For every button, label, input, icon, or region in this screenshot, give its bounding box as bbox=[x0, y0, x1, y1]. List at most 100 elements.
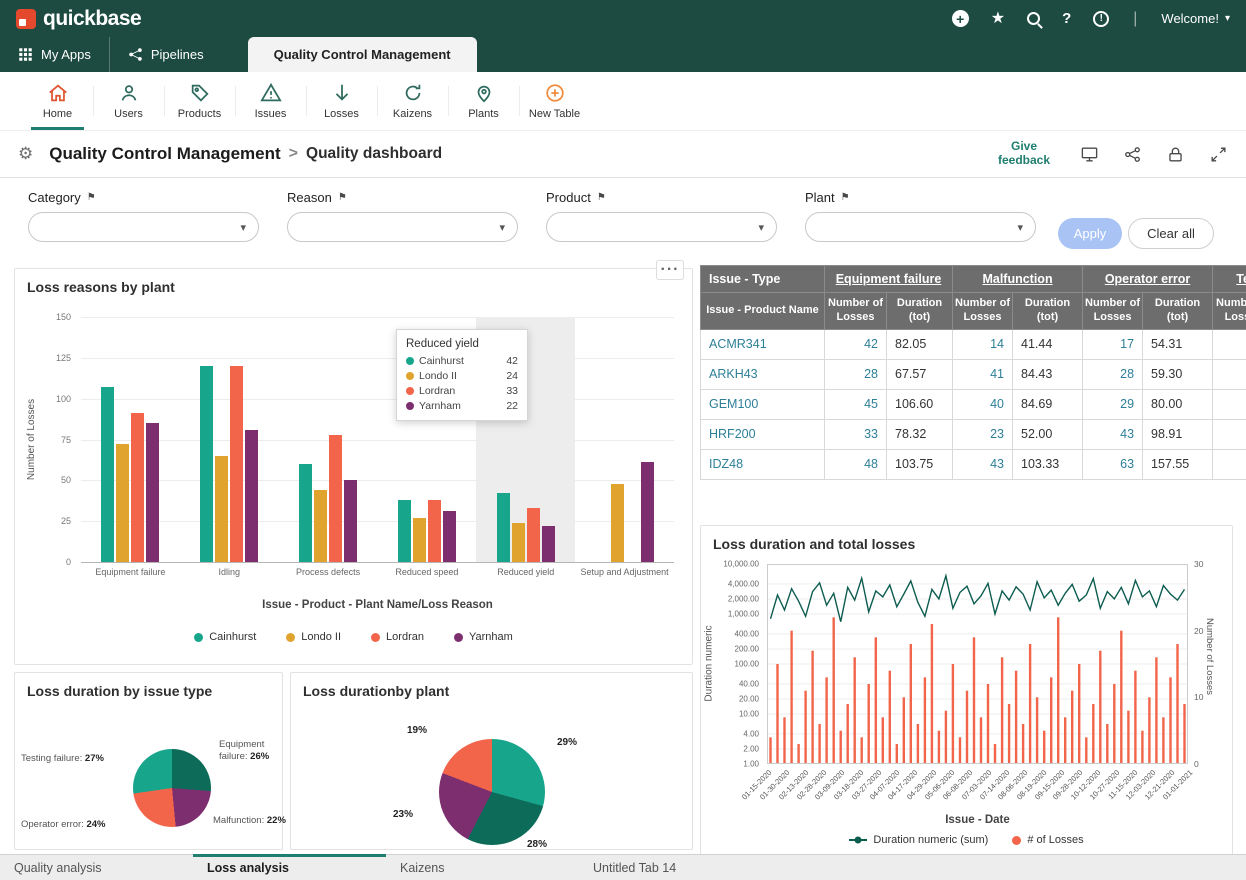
nav-my-apps[interactable]: My Apps bbox=[0, 37, 110, 72]
losses-count-cell[interactable]: 41 bbox=[953, 359, 1013, 389]
more-options-icon[interactable]: ··· bbox=[656, 260, 684, 280]
pie-chart[interactable] bbox=[133, 749, 211, 827]
bar-yarnham[interactable] bbox=[344, 480, 357, 562]
notifications-icon[interactable]: ! bbox=[1093, 11, 1109, 27]
column-sort-link[interactable]: Equipment failure bbox=[836, 272, 942, 286]
pie-chart[interactable] bbox=[439, 739, 545, 845]
column-sort-link[interactable]: Malfunction bbox=[982, 272, 1052, 286]
bar-lordran[interactable] bbox=[329, 435, 342, 562]
bar-londo-ii[interactable] bbox=[215, 456, 228, 562]
bar-londo-ii[interactable] bbox=[512, 523, 525, 562]
bar-londo-ii[interactable] bbox=[314, 490, 327, 562]
dashboard-tabs: Quality analysisLoss analysisKaizensUnti… bbox=[0, 854, 1246, 880]
apply-button[interactable]: Apply bbox=[1058, 218, 1122, 249]
bar-yarnham[interactable] bbox=[443, 511, 456, 562]
losses-count-cell[interactable]: 45 bbox=[825, 389, 887, 419]
toolbar-item-losses[interactable]: Losses bbox=[306, 72, 377, 130]
losses-count-cell[interactable]: 23 bbox=[953, 419, 1013, 449]
tab-loss-analysis[interactable]: Loss analysis bbox=[193, 855, 386, 880]
settings-gear-icon[interactable]: ⚙ bbox=[18, 144, 33, 164]
welcome-menu[interactable]: Welcome! ▾ bbox=[1161, 11, 1230, 26]
help-icon[interactable]: ? bbox=[1062, 10, 1071, 27]
losses-count-cell[interactable]: 42 bbox=[825, 329, 887, 359]
legend-yarnham[interactable]: Yarnham bbox=[454, 631, 513, 643]
bar-cainhurst[interactable] bbox=[398, 500, 411, 562]
search-icon[interactable] bbox=[1027, 12, 1040, 25]
quickbase-logo[interactable]: quickbase bbox=[16, 7, 141, 31]
losses-count-cell[interactable]: 43 bbox=[953, 449, 1013, 479]
filter-select-plant[interactable]: ▾ bbox=[805, 212, 1036, 242]
tab-quality-analysis[interactable]: Quality analysis bbox=[0, 855, 193, 880]
nav-pipelines[interactable]: Pipelines bbox=[110, 37, 222, 72]
share-icon[interactable] bbox=[1123, 145, 1142, 164]
losses-count-cell[interactable]: 29 bbox=[1083, 389, 1143, 419]
bar-group-idling[interactable] bbox=[180, 317, 279, 562]
toolbar-item-home[interactable]: Home bbox=[22, 72, 93, 130]
toolbar-item-plants[interactable]: Plants bbox=[448, 72, 519, 130]
bar-cainhurst[interactable] bbox=[101, 387, 114, 562]
losses-count-cell[interactable]: 43 bbox=[1083, 419, 1143, 449]
bar-londo-ii[interactable] bbox=[611, 484, 624, 562]
tab-kaizens[interactable]: Kaizens bbox=[386, 855, 579, 880]
legend-of-losses[interactable]: # of Losses bbox=[1012, 834, 1083, 846]
losses-count-cell[interactable]: 28 bbox=[1083, 359, 1143, 389]
toolbar-item-issues[interactable]: Issues bbox=[235, 72, 306, 130]
losses-count-cell[interactable] bbox=[1213, 359, 1246, 389]
presentation-icon[interactable] bbox=[1080, 145, 1099, 164]
add-new-icon[interactable]: + bbox=[952, 10, 969, 27]
losses-count-cell[interactable]: 33 bbox=[825, 419, 887, 449]
bar-group-equipment-failure[interactable] bbox=[81, 317, 180, 562]
fullscreen-icon[interactable] bbox=[1209, 145, 1228, 164]
bar-yarnham[interactable] bbox=[641, 462, 654, 562]
tab-untitled-tab-14[interactable]: Untitled Tab 14 bbox=[579, 855, 772, 880]
losses-count-cell[interactable] bbox=[1213, 449, 1246, 479]
column-sort-link[interactable]: Testing failure bbox=[1236, 272, 1246, 286]
lock-icon[interactable] bbox=[1166, 145, 1185, 164]
bar-lordran[interactable] bbox=[230, 366, 243, 562]
bar-lordran[interactable] bbox=[428, 500, 441, 562]
give-feedback-link[interactable]: Give feedback bbox=[992, 140, 1056, 168]
losses-count-cell[interactable]: 14 bbox=[953, 329, 1013, 359]
losses-count-cell[interactable]: 28 bbox=[825, 359, 887, 389]
bar-group-setup-and-adjustment[interactable] bbox=[575, 317, 674, 562]
product-link[interactable]: ARKH43 bbox=[709, 367, 758, 381]
legend-lordran[interactable]: Lordran bbox=[371, 631, 424, 643]
losses-count-cell[interactable]: 48 bbox=[825, 449, 887, 479]
bar-yarnham[interactable] bbox=[542, 526, 555, 562]
filter-select-reason[interactable]: ▾ bbox=[287, 212, 518, 242]
legend-duration-numeric-sum[interactable]: Duration numeric (sum) bbox=[849, 834, 988, 846]
losses-count-cell[interactable] bbox=[1213, 389, 1246, 419]
clear-all-button[interactable]: Clear all bbox=[1128, 218, 1214, 249]
bar-cainhurst[interactable] bbox=[497, 493, 510, 562]
breadcrumb-app-title[interactable]: Quality Control Management bbox=[49, 144, 280, 164]
toolbar-item-new-table[interactable]: New Table bbox=[519, 72, 590, 130]
bar-londo-ii[interactable] bbox=[116, 444, 129, 562]
losses-count-cell[interactable] bbox=[1213, 419, 1246, 449]
product-link[interactable]: IDZ48 bbox=[709, 457, 743, 471]
bar-group-process-defects[interactable] bbox=[279, 317, 378, 562]
bar-lordran[interactable] bbox=[131, 413, 144, 562]
product-link[interactable]: HRF200 bbox=[709, 427, 756, 441]
losses-count-cell[interactable]: 17 bbox=[1083, 329, 1143, 359]
bar-cainhurst[interactable] bbox=[200, 366, 213, 562]
toolbar-item-users[interactable]: Users bbox=[93, 72, 164, 130]
toolbar-item-kaizens[interactable]: Kaizens bbox=[377, 72, 448, 130]
bar-lordran[interactable] bbox=[527, 508, 540, 562]
legend-londo-ii[interactable]: Londo II bbox=[286, 631, 341, 643]
losses-count-cell[interactable]: 63 bbox=[1083, 449, 1143, 479]
bar-yarnham[interactable] bbox=[146, 423, 159, 562]
bar-londo-ii[interactable] bbox=[413, 518, 426, 562]
filter-select-category[interactable]: ▾ bbox=[28, 212, 259, 242]
bar-yarnham[interactable] bbox=[245, 430, 258, 562]
losses-count-cell[interactable] bbox=[1213, 329, 1246, 359]
column-sort-link[interactable]: Operator error bbox=[1105, 272, 1190, 286]
legend-cainhurst[interactable]: Cainhurst bbox=[194, 631, 256, 643]
product-link[interactable]: ACMR341 bbox=[709, 337, 767, 351]
filter-select-product[interactable]: ▾ bbox=[546, 212, 777, 242]
tab-quality-control-management[interactable]: Quality Control Management bbox=[248, 37, 477, 72]
favorites-star-icon[interactable]: ★ bbox=[991, 11, 1005, 27]
bar-cainhurst[interactable] bbox=[299, 464, 312, 562]
losses-count-cell[interactable]: 40 bbox=[953, 389, 1013, 419]
toolbar-item-products[interactable]: Products bbox=[164, 72, 235, 130]
product-link[interactable]: GEM100 bbox=[709, 397, 758, 411]
